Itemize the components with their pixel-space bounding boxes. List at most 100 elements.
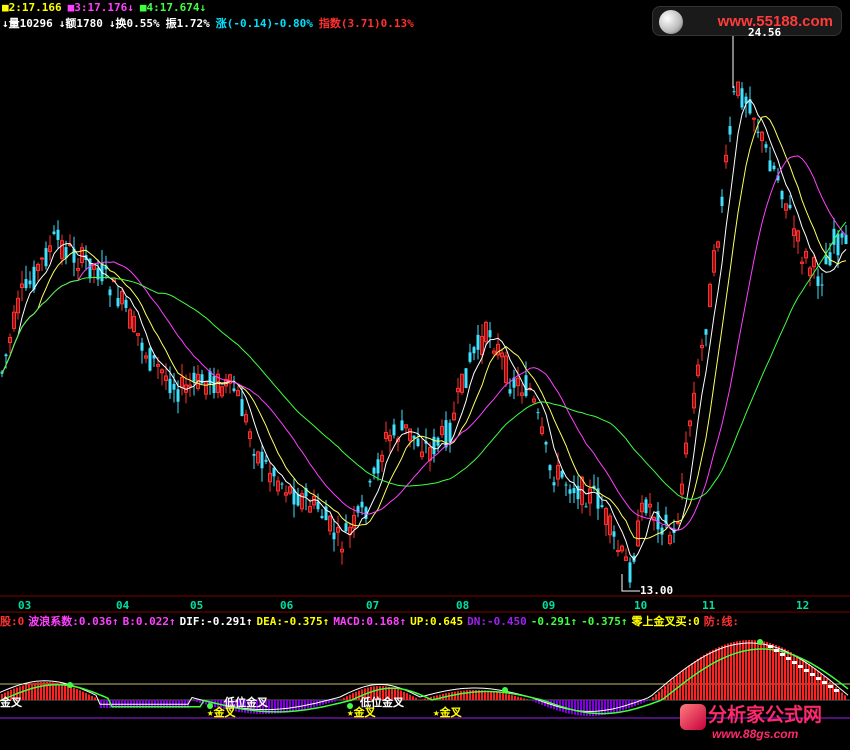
candle-body-down — [416, 438, 420, 447]
site-watermark-top: www.55188.com — [652, 6, 842, 36]
macd-value-1: 波浪系数:0.036↑ — [28, 615, 119, 628]
step-marker — [798, 665, 803, 668]
candle-body-down — [400, 420, 404, 431]
candle-body-down — [548, 465, 552, 471]
date-tick-label: 09 — [542, 599, 556, 612]
macd-value-3: DIF:-0.291↑ — [179, 615, 253, 628]
watermark-title: 分析家公式网 — [708, 705, 823, 726]
date-tick-label: 03 — [18, 599, 32, 612]
candle-body-down — [240, 399, 244, 416]
candle-body-down — [788, 204, 792, 209]
step-marker — [786, 657, 791, 660]
step-marker — [780, 653, 785, 656]
candle-body-down — [544, 441, 548, 445]
date-tick-label: 05 — [190, 599, 204, 612]
macd-indicator-row: 股:0 波浪系数:0.036↑ B:0.022↑ DIF:-0.291↑ DEA:-0.… — [0, 613, 850, 629]
macd-value-2: B:0.022↑ — [122, 615, 176, 628]
candle-body-up — [676, 522, 680, 525]
candle-body-down — [568, 489, 572, 494]
star-jincha-label-2: ★金叉 — [347, 706, 376, 719]
candle-body-down — [28, 280, 32, 285]
candle-body-down — [140, 342, 144, 351]
globe-icon — [659, 10, 683, 34]
candle-body-down — [732, 91, 736, 93]
candle-body-down — [260, 451, 264, 469]
candle-body-down — [280, 483, 284, 485]
candle-body-down — [768, 160, 772, 172]
candle-body-down — [448, 422, 452, 443]
macd-value-4: DEA:-0.375↑ — [256, 615, 330, 628]
step-marker — [792, 661, 797, 664]
candle-body-down — [116, 298, 120, 307]
macd-value-8: -0.291↑ — [530, 615, 578, 628]
stat-value-1: ↓额1780 — [58, 17, 103, 30]
step-marker — [810, 673, 815, 676]
candle-body-down — [320, 515, 324, 519]
step-marker — [804, 669, 809, 672]
date-tick-label: 06 — [280, 599, 294, 612]
step-marker — [828, 685, 833, 688]
candle-body-down — [740, 88, 744, 108]
candle-body-down — [564, 484, 568, 486]
cross-marker — [67, 682, 73, 688]
candle-body-down — [56, 229, 60, 240]
candle-body-down — [344, 523, 348, 532]
candle-body-down — [476, 334, 480, 350]
candle-body-down — [704, 329, 708, 335]
cross-marker — [757, 639, 763, 645]
stat-value-5: 指数(3.71)0.13% — [318, 17, 414, 30]
candle-body-down — [780, 191, 784, 200]
candle-body-down — [552, 482, 556, 486]
candle-body-down — [376, 459, 380, 474]
macd-value-10: 零上金叉买:0 — [631, 615, 700, 628]
candle-body-down — [232, 388, 236, 392]
candle-body-down — [772, 165, 776, 170]
star-jincha-label-3: ★金叉 — [433, 706, 462, 719]
high-marker-line — [732, 33, 748, 88]
cross-marker — [502, 687, 508, 693]
candle-body-down — [536, 412, 540, 414]
candle-body-down — [372, 467, 376, 474]
candle-body-down — [720, 196, 724, 207]
candle-body-down — [628, 562, 632, 583]
candle-body-down — [600, 505, 604, 507]
step-marker — [768, 645, 773, 648]
candle-body-down — [824, 256, 828, 265]
candle-body-down — [572, 488, 576, 494]
candle-body-down — [464, 368, 468, 388]
candle-body-down — [488, 330, 492, 338]
candle-body-down — [264, 459, 268, 462]
macd-value-7: DN:-0.450 — [467, 615, 527, 628]
stat-value-3: 振1.72% — [165, 17, 210, 30]
date-tick-label: 07 — [366, 599, 380, 612]
candle-body-down — [316, 501, 320, 510]
candle-body-down — [272, 467, 276, 477]
candle-body-down — [172, 383, 176, 390]
candle-body-down — [756, 131, 760, 133]
date-axis: 03 04 05 06 07 08 09 10 11 12 — [0, 596, 850, 612]
candle-body-down — [644, 499, 648, 514]
candle-body-down — [820, 284, 824, 286]
macd-value-11: 防:线: — [703, 615, 739, 628]
ma40-line — [1, 221, 847, 500]
macd-value-6: UP:0.645 — [410, 615, 464, 628]
date-tick-label: 08 — [456, 599, 470, 612]
macd-value-5: MACD:0.168↑ — [333, 615, 407, 628]
date-tick-label: 10 — [634, 599, 648, 612]
candle-body-down — [840, 233, 844, 238]
candle-body-down — [52, 231, 56, 234]
kline-chart — [0, 33, 850, 719]
candle-body-down — [392, 424, 396, 436]
candle-body-down — [360, 501, 364, 508]
site-watermark-bottom: 分析家公式网 www.88gs.com — [676, 694, 848, 748]
candle-body-down — [148, 348, 152, 371]
ma-values-row: ■2:17.166 ■3:17.176↓ ■4:17.674↓ — [2, 1, 212, 14]
candle-body-down — [836, 233, 840, 256]
step-marker — [816, 677, 821, 680]
macd-value-9: -0.375↑ — [581, 615, 628, 628]
candle-body-down — [524, 375, 528, 397]
jincha-label-left: 金叉 — [0, 696, 22, 709]
ma5-line — [1, 98, 847, 561]
candle-body-down — [844, 234, 848, 244]
candle-body-down — [192, 372, 196, 382]
